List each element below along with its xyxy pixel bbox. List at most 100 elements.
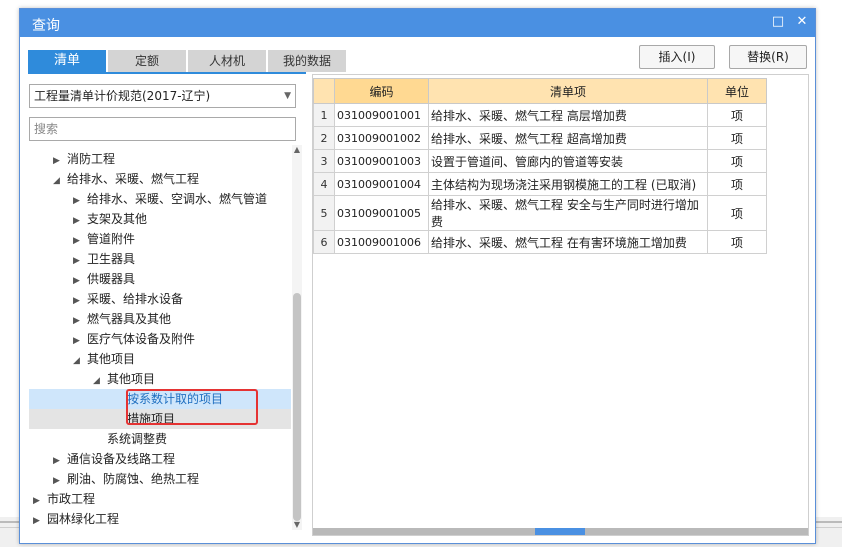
results-grid-panel: 编码 清单项 单位 1 031009001001 给排水、采暖、燃气工程 高层增…: [312, 74, 809, 536]
chevron-down-icon: ▼: [284, 91, 291, 101]
expand-arrow-icon[interactable]: ▶: [73, 191, 83, 211]
expand-arrow-icon[interactable]: ▶: [73, 331, 83, 351]
tree-node[interactable]: ▶ 通信设备及线路工程: [29, 449, 291, 469]
expand-arrow-icon[interactable]: ▶: [53, 471, 63, 491]
tree-node-label: 园林绿化工程: [47, 512, 120, 526]
tree-scrollbar[interactable]: ▲ ▼: [292, 145, 302, 530]
expand-arrow-icon[interactable]: ▶: [73, 291, 83, 311]
expand-arrow-icon[interactable]: ▶: [53, 451, 63, 471]
row-item[interactable]: 给排水、采暖、燃气工程 高层增加费: [428, 103, 708, 127]
row-number: 4: [313, 172, 335, 196]
expand-arrow-icon[interactable]: ▶: [33, 491, 43, 511]
tree-node[interactable]: ▶ 市政工程: [29, 489, 291, 509]
tree-node[interactable]: ▶ 供暖器具: [29, 269, 291, 289]
tree-node[interactable]: ▶ 管道附件: [29, 229, 291, 249]
tab-materials[interactable]: 人材机: [188, 50, 266, 72]
tree-node-label: 支架及其他: [87, 212, 148, 226]
row-number: 1: [313, 103, 335, 127]
row-code[interactable]: 031009001001: [334, 103, 429, 127]
table-row[interactable]: 6 031009001006 给排水、采暖、燃气工程 在有害环境施工增加费 项: [313, 230, 767, 254]
tab-my-data[interactable]: 我的数据: [268, 50, 346, 72]
tree-node-label: 卫生器具: [87, 252, 136, 266]
tab-list[interactable]: 清单: [28, 50, 106, 72]
row-item[interactable]: 给排水、采暖、燃气工程 安全与生产同时进行增加费: [428, 195, 708, 231]
expand-arrow-icon[interactable]: ▶: [73, 251, 83, 271]
row-number: 6: [313, 230, 335, 254]
tree-node[interactable]: ◢ 其他项目: [29, 369, 291, 389]
tree-node-label: 燃气器具及其他: [87, 312, 172, 326]
row-unit[interactable]: 项: [707, 126, 767, 150]
restore-icon[interactable]: □: [769, 13, 787, 31]
row-item[interactable]: 给排水、采暖、燃气工程 超高增加费: [428, 126, 708, 150]
row-code[interactable]: 031009001003: [334, 149, 429, 173]
query-dialog: 查询 □ ✕ 清单 定额 人材机 我的数据 插入(I) 替换(R) 工程量清单计…: [19, 8, 816, 544]
tree-node[interactable]: ▶ 刷油、防腐蚀、绝热工程: [29, 469, 291, 489]
standard-select[interactable]: 工程量清单计价规范(2017-辽宁) ▼: [29, 84, 296, 108]
replace-button[interactable]: 替换(R): [729, 45, 807, 69]
scrollbar-thumb[interactable]: [535, 528, 585, 535]
expand-arrow-icon[interactable]: ▶: [73, 271, 83, 291]
collapse-arrow-icon[interactable]: ◢: [93, 371, 103, 391]
tree-node-label: 消防工程: [67, 152, 116, 166]
tree-node-label: 采暖、给排水设备: [87, 292, 184, 306]
tree-node[interactable]: ▶ 消防工程: [29, 149, 291, 169]
scroll-up-icon[interactable]: ▲: [292, 145, 302, 155]
row-unit[interactable]: 项: [707, 149, 767, 173]
tree-node[interactable]: ▶ 给排水、采暖、空调水、燃气管道: [29, 189, 291, 209]
tab-underline: [28, 72, 306, 74]
close-icon[interactable]: ✕: [793, 13, 811, 31]
tree-node[interactable]: ▶ 园林绿化工程: [29, 509, 291, 529]
row-unit[interactable]: 项: [707, 195, 767, 231]
tab-quota[interactable]: 定额: [108, 50, 186, 72]
tree-node-label: 通信设备及线路工程: [67, 452, 176, 466]
category-tree: ▶ 消防工程 ◢ 给排水、采暖、燃气工程 ▶ 给排水、采暖、空调水、燃气管道 ▶ 支架及其他 ▶…: [29, 145, 291, 535]
collapse-arrow-icon[interactable]: ◢: [73, 351, 83, 371]
row-code[interactable]: 031009001002: [334, 126, 429, 150]
row-item[interactable]: 主体结构为现场浇注采用钢模施工的工程 (已取消): [428, 172, 708, 196]
item-column-header[interactable]: 清单项: [428, 78, 708, 104]
tree-node[interactable]: ▶ 支架及其他: [29, 209, 291, 229]
row-code[interactable]: 031009001004: [334, 172, 429, 196]
row-unit[interactable]: 项: [707, 230, 767, 254]
row-number: 2: [313, 126, 335, 150]
tree-node[interactable]: ◢ 其他项目: [29, 349, 291, 369]
row-unit[interactable]: 项: [707, 172, 767, 196]
title-bar[interactable]: 查询 □ ✕: [20, 9, 815, 37]
tree-node[interactable]: ▶ 卫生器具: [29, 249, 291, 269]
row-code[interactable]: 031009001005: [334, 195, 429, 231]
tree-node-label: 给排水、采暖、燃气工程: [67, 172, 200, 186]
tree-node[interactable]: ▶ 燃气器具及其他: [29, 309, 291, 329]
row-item[interactable]: 给排水、采暖、燃气工程 在有害环境施工增加费: [428, 230, 708, 254]
collapse-arrow-icon[interactable]: ◢: [53, 171, 63, 191]
tree-node-label: 系统调整费: [107, 432, 168, 446]
expand-arrow-icon[interactable]: ▶: [33, 511, 43, 531]
code-column-header[interactable]: 编码: [334, 78, 429, 104]
table-row[interactable]: 3 031009001003 设置于管道间、管廊内的管道等安装 项: [313, 149, 767, 173]
table-row[interactable]: 5 031009001005 给排水、采暖、燃气工程 安全与生产同时进行增加费 …: [313, 195, 767, 231]
row-number: 3: [313, 149, 335, 173]
insert-button[interactable]: 插入(I): [639, 45, 715, 69]
unit-column-header[interactable]: 单位: [707, 78, 767, 104]
tree-node[interactable]: ▶ 医疗气体设备及附件: [29, 329, 291, 349]
grid-horizontal-scrollbar[interactable]: [313, 528, 808, 535]
row-item[interactable]: 设置于管道间、管廊内的管道等安装: [428, 149, 708, 173]
row-code[interactable]: 031009001006: [334, 230, 429, 254]
expand-arrow-icon[interactable]: ▶: [73, 311, 83, 331]
tree-node[interactable]: 系统调整费: [29, 429, 291, 449]
table-row[interactable]: 1 031009001001 给排水、采暖、燃气工程 高层增加费 项: [313, 103, 767, 127]
expand-arrow-icon[interactable]: ▶: [53, 151, 63, 171]
tree-node[interactable]: ◢ 给排水、采暖、燃气工程: [29, 169, 291, 189]
expand-arrow-icon[interactable]: ▶: [73, 211, 83, 231]
tree-node-label: 管道附件: [87, 232, 136, 246]
highlight-box: [126, 389, 258, 425]
table-row[interactable]: 2 031009001002 给排水、采暖、燃气工程 超高增加费 项: [313, 126, 767, 150]
tree-node[interactable]: ▶ 采暖、给排水设备: [29, 289, 291, 309]
scroll-down-icon[interactable]: ▼: [292, 520, 302, 530]
search-input[interactable]: 搜索: [29, 117, 296, 141]
table-row[interactable]: 4 031009001004 主体结构为现场浇注采用钢模施工的工程 (已取消) …: [313, 172, 767, 196]
scrollbar-thumb[interactable]: [293, 293, 301, 521]
tree-node-label: 市政工程: [47, 492, 96, 506]
expand-arrow-icon[interactable]: ▶: [73, 231, 83, 251]
row-unit[interactable]: 项: [707, 103, 767, 127]
tree-node-label: 供暖器具: [87, 272, 136, 286]
